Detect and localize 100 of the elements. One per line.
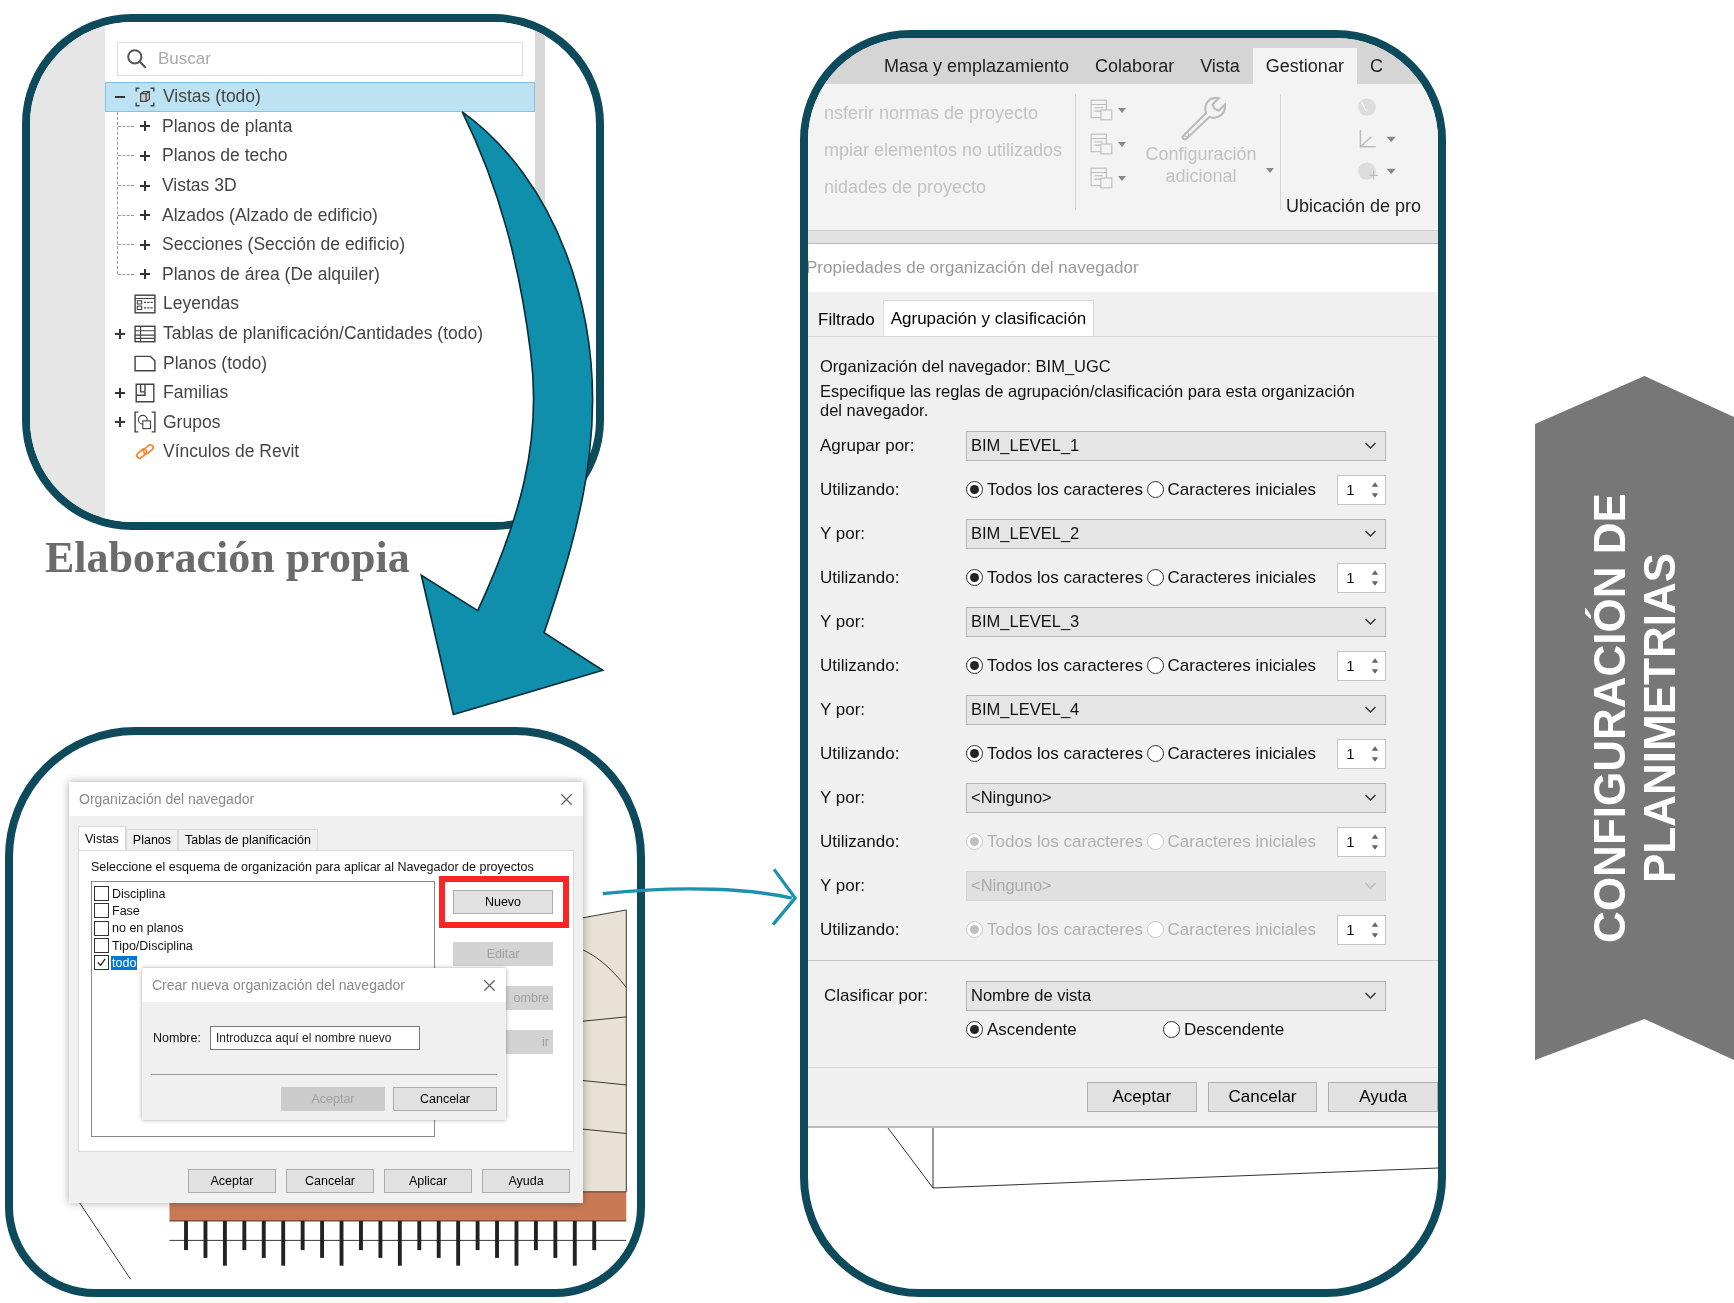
field-label: Agrupar por: [820,435,916,456]
tree-item[interactable]: Vistas (todo) [105,82,535,112]
ribbon-tab[interactable]: Vista [1187,48,1253,84]
group-by-dropdown[interactable]: BIM_LEVEL_3 [966,606,1386,637]
panel-label: Ubicación de pro [1286,196,1422,217]
group-by-dropdown[interactable]: BIM_LEVEL_1 [966,430,1386,461]
chevron-down-icon [1364,441,1377,450]
plus-icon[interactable] [139,209,151,222]
plus-icon[interactable] [139,120,151,133]
dialog-button[interactable]: Aplicar [384,1169,472,1193]
dialog-button[interactable]: Cancelar [393,1087,497,1111]
list-item[interactable]: todo [111,955,138,970]
field-label: Utilizando: [820,743,901,764]
banner-title: CONFIGURACIÓN DE [1584,493,1635,943]
plus-icon[interactable] [114,416,126,429]
dialog-title: Propiedades de organización del navegador [808,258,1139,278]
field-label: Y por: [820,875,867,896]
ribbon-tab[interactable]: Gestionar [1252,48,1357,84]
checkbox[interactable] [94,938,109,954]
plus-icon[interactable] [114,327,126,340]
chevron-down-icon [1364,529,1377,538]
tab[interactable]: Agrupación y clasificación [882,300,1095,336]
radio-option[interactable]: Todos los caracteres [966,567,1147,588]
radio-option[interactable]: Caracteres iniciales [1146,567,1328,588]
group-by-dropdown[interactable]: BIM_LEVEL_4 [966,694,1386,725]
group-by-dropdown[interactable]: <Ninguno> [966,782,1386,813]
chevron-down-icon [1364,705,1377,714]
number-spinner[interactable]: 1 [1337,650,1386,681]
checkbox[interactable] [94,903,109,919]
plus-icon[interactable] [139,179,151,192]
tab[interactable]: Tablas de planificación [178,829,318,850]
plus-icon[interactable] [139,238,151,251]
ribbon-tab[interactable]: Colaborar [1082,48,1188,84]
ribbon-tab[interactable]: Masa y emplazamiento [871,48,1083,84]
radio-option[interactable]: Todos los caracteres [966,655,1147,676]
tree-item[interactable]: Planos de área (De alquiler) [105,259,385,290]
name-field[interactable]: Introduzca aquí el nombre nuevo [209,1026,420,1050]
radio-option[interactable]: Todos los caracteres [966,743,1147,764]
caret-icon[interactable] [1118,141,1126,147]
checkbox[interactable] [94,955,109,971]
list-item[interactable]: no en planos [111,921,185,936]
tab[interactable]: Planos [125,829,179,850]
tree-item[interactable]: Alzados (Alzado de edificio) [105,200,383,230]
tab[interactable]: Vistas [78,826,126,850]
tree-item[interactable]: Grupos [105,407,226,438]
number-spinner[interactable]: 1 [1337,914,1386,945]
chevron-down-icon [1364,793,1377,802]
tree-item[interactable]: Vistas 3D [105,170,242,201]
list-item[interactable]: Disciplina [111,886,167,901]
field-label: Utilizando: [820,479,901,500]
dialog-button[interactable]: Ayuda [1328,1081,1438,1112]
tree-item[interactable]: Familias [105,377,234,408]
dialog-button[interactable]: Ayuda [482,1169,570,1193]
number-spinner[interactable]: 1 [1337,826,1386,857]
sort-dropdown[interactable]: Nombre de vista [966,980,1386,1011]
radio-option[interactable]: Caracteres iniciales [1146,655,1328,676]
ribbon-tab[interactable]: C [1356,48,1396,84]
tree-item[interactable]: Tablas de planificación/Cantidades (todo) [105,318,489,349]
caret-icon[interactable] [1266,168,1274,173]
close-icon[interactable] [560,792,573,806]
number-spinner[interactable]: 1 [1337,562,1386,593]
organization-name: Organización del navegador: BIM_UGC [820,357,1112,376]
field-label: Utilizando: [820,567,901,588]
tree-item[interactable]: Leyendas [105,289,244,319]
caret-icon[interactable] [1118,107,1126,113]
radio-option[interactable]: Ascendente [966,1019,1163,1040]
search-field[interactable]: Buscar [117,42,523,76]
tree-item[interactable]: Secciones (Sección de edificio) [105,229,411,260]
field-label: Y por: [820,699,867,720]
tree-item[interactable]: Planos (todo) [105,348,273,378]
radio-option[interactable]: Caracteres iniciales [1146,479,1328,500]
side-button[interactable]: Nuevo [453,890,553,914]
dialog-button[interactable]: Aceptar [1087,1081,1197,1112]
group-by-dropdown[interactable]: BIM_LEVEL_2 [966,518,1386,549]
checkbox[interactable] [94,920,109,936]
radio-option[interactable]: Descendente [1163,1019,1360,1040]
number-spinner[interactable]: 1 [1337,738,1386,769]
radio-option[interactable]: Todos los caracteres [966,479,1147,500]
field-label: Utilizando: [820,919,901,940]
plus-icon[interactable] [139,150,151,162]
plus-icon[interactable] [139,268,151,281]
chevron-down-icon [1364,881,1377,890]
tab[interactable]: Filtrado [810,304,883,336]
radio-option[interactable]: Caracteres iniciales [1146,743,1328,764]
tree-item[interactable]: Planos de planta [105,111,298,142]
dialog-button[interactable]: Cancelar [1207,1081,1318,1112]
caret-icon[interactable] [1118,175,1126,181]
tree-item[interactable]: Vínculos de Revit [105,437,305,467]
dialog-button[interactable]: Cancelar [286,1169,374,1193]
tree-item[interactable]: Planos de techo [105,141,293,171]
dialog-button[interactable]: Aceptar [188,1169,276,1193]
checkbox[interactable] [94,886,109,902]
dialog-title: Organización del navegador [79,791,255,807]
list-item[interactable]: Fase [111,903,141,918]
group-icon [134,411,156,434]
field-label: Utilizando: [820,655,901,676]
list-item[interactable]: Tipo/Disciplina [111,938,194,953]
number-spinner[interactable]: 1 [1337,474,1386,505]
plus-icon[interactable] [114,386,126,399]
close-icon[interactable] [483,978,496,992]
